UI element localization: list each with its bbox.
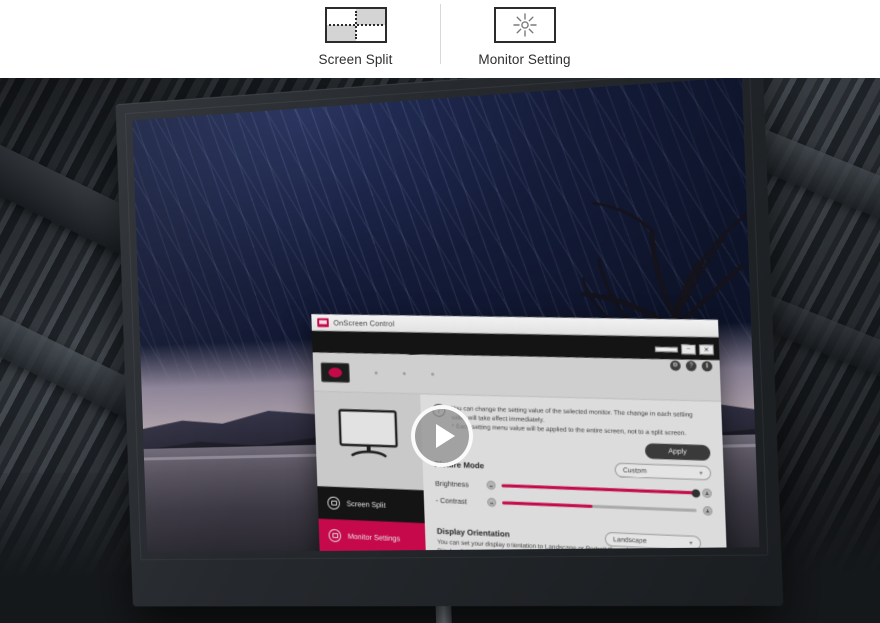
minimize-button[interactable]: –: [680, 344, 697, 355]
lg-monitor-logo-icon: [317, 317, 329, 327]
tab-monitor-setting[interactable]: Monitor Setting: [441, 0, 609, 67]
brightness-increase-button[interactable]: [702, 488, 712, 499]
sidebar-nav: Screen Split Monitor Settings: [317, 486, 430, 553]
app-sidebar: Screen Split Monitor Settings: [314, 391, 430, 553]
monitor-screen: OnScreen Control Screen Split Monitor Se…: [132, 78, 760, 553]
picture-mode-dropdown[interactable]: Custom ▾: [614, 463, 712, 481]
info-round-button[interactable]: ℹ: [701, 361, 713, 372]
tab-screen-split[interactable]: Screen Split: [272, 0, 440, 67]
apply-button[interactable]: Apply: [644, 443, 711, 461]
toolbar-dot: [431, 372, 435, 376]
monitor-thumbnail-badge: [328, 367, 343, 378]
round-button-group: ⚙ ? ℹ: [669, 360, 713, 372]
settings-round-button[interactable]: ⚙: [669, 360, 681, 371]
chevron-down-icon: ▾: [689, 540, 693, 547]
screenshot-root: Screen Split Monitor Setting OnScreen Co…: [0, 0, 880, 623]
monitor-illustration-icon: [314, 392, 423, 476]
brightness-slider-row: Brightness: [434, 479, 712, 499]
play-triangle-icon: [435, 424, 455, 448]
toolbar-dot: [402, 372, 406, 376]
brightness-track[interactable]: [501, 484, 701, 498]
close-button[interactable]: ✕: [698, 344, 715, 356]
window-strip: [654, 346, 679, 352]
contrast-knob[interactable]: [588, 503, 597, 512]
screen-split-icon: [324, 7, 387, 43]
monitor-stand-neck: [435, 604, 454, 623]
brightness-fill: [501, 484, 696, 495]
monitor-thumbnail-button[interactable]: [320, 361, 350, 383]
wallpaper-tree: [577, 190, 756, 457]
brightness-burst-icon: [493, 7, 556, 43]
display-orientation-title: Display Orientation: [436, 527, 510, 540]
contrast-decrease-button[interactable]: [487, 498, 497, 508]
chevron-down-icon: ▾: [699, 470, 703, 477]
monitor-device: OnScreen Control Screen Split Monitor Se…: [115, 78, 784, 623]
brightness-knob[interactable]: [691, 488, 701, 498]
toolbar-dot: [374, 371, 378, 375]
contrast-slider-row: - Contrast: [435, 496, 713, 517]
info-line-1: You can change the setting value of the …: [450, 405, 693, 424]
info-banner: i You can change the setting value of th…: [432, 403, 710, 440]
info-line-2: * Each setting menu value will be applie…: [451, 423, 687, 438]
contrast-fill: [502, 501, 593, 509]
contrast-track[interactable]: [502, 501, 697, 513]
tab-screen-split-label: Screen Split: [318, 52, 393, 67]
play-button[interactable]: [411, 405, 473, 467]
brightness-decrease-button[interactable]: [486, 480, 496, 491]
contrast-increase-button[interactable]: [702, 506, 713, 517]
sidebar-item-monitor-settings-label: Monitor Settings: [347, 531, 401, 544]
screen-split-nav-icon: [327, 496, 341, 510]
sidebar-item-monitor-settings[interactable]: Monitor Settings: [318, 518, 426, 553]
sidebar-item-screen-split-label: Screen Split: [346, 499, 386, 510]
monitor-settings-nav-icon: [328, 528, 342, 543]
brightness-label: Brightness: [434, 479, 469, 490]
help-round-button[interactable]: ?: [685, 360, 697, 372]
app-body: Screen Split Monitor Settings i: [314, 391, 732, 553]
onscreen-control-window: OnScreen Control Screen Split Monitor Se…: [311, 314, 732, 553]
product-photo: OnScreen Control Screen Split Monitor Se…: [0, 78, 880, 623]
contrast-label: - Contrast: [435, 496, 468, 507]
sidebar-item-screen-split[interactable]: Screen Split: [317, 486, 424, 523]
app-title: OnScreen Control: [333, 317, 395, 328]
window-controls: – ✕: [654, 344, 715, 356]
tab-monitor-setting-label: Monitor Setting: [478, 52, 571, 67]
feature-tab-bar: Screen Split Monitor Setting: [0, 0, 880, 78]
